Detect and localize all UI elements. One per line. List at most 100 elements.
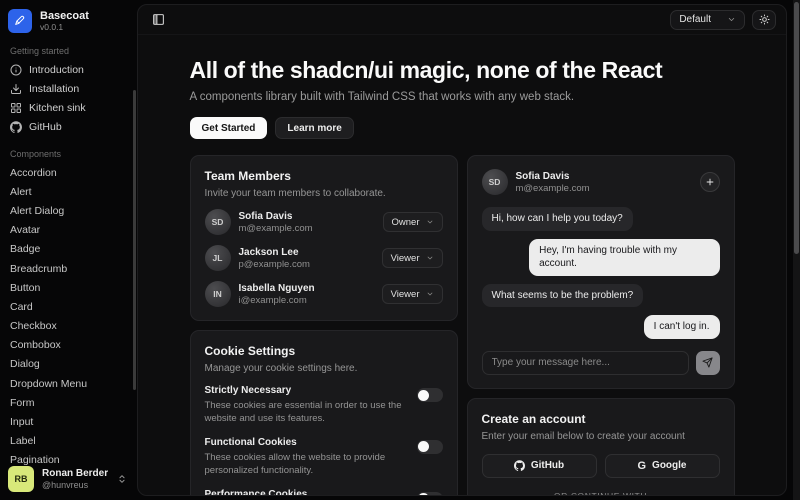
sidebar-item-label: Kitchen sink — [29, 102, 86, 114]
theme-select[interactable]: Default — [670, 10, 745, 30]
role-select[interactable]: Viewer — [382, 248, 443, 268]
team-members-card: Team Members Invite your team members to… — [190, 155, 458, 321]
chat-header: SD Sofia Davis m@example.com — [482, 169, 720, 195]
role-select[interactable]: Viewer — [382, 284, 443, 304]
cookie-setting-row: Functional Cookies These cookies allow t… — [205, 437, 443, 478]
theme-select-value: Default — [679, 14, 711, 25]
sidebar-item-kitchen-sink[interactable]: Kitchen sink — [8, 98, 129, 117]
right-column: SD Sofia Davis m@example.com Hi, how can… — [467, 155, 735, 496]
sidebar-item-introduction[interactable]: Introduction — [8, 60, 129, 79]
sidebar-item-dropdown-menu[interactable]: Dropdown Menu — [8, 374, 129, 393]
new-message-button[interactable] — [700, 172, 720, 192]
sidebar-item-combobox[interactable]: Combobox — [8, 336, 129, 355]
google-signup-button[interactable]: G Google — [605, 454, 720, 478]
chat-card: SD Sofia Davis m@example.com Hi, how can… — [467, 155, 735, 389]
chevron-down-icon — [426, 290, 434, 298]
setting-description: These cookies allow the website to provi… — [205, 451, 407, 478]
sun-icon — [759, 14, 770, 25]
sidebar-item-label: Installation — [29, 83, 79, 95]
chevron-down-icon — [727, 15, 736, 24]
sidebar-item-badge[interactable]: Badge — [8, 240, 129, 259]
page-scrollbar-track[interactable] — [793, 0, 800, 500]
message-list: Hi, how can I help you today? Hey, I'm h… — [482, 207, 720, 339]
sidebar-item-breadcrumb[interactable]: Breadcrumb — [8, 259, 129, 278]
info-icon — [10, 64, 22, 76]
sidebar-item-dialog[interactable]: Dialog — [8, 355, 129, 374]
sidebar-item-form[interactable]: Form — [8, 393, 129, 412]
message-input[interactable] — [482, 351, 689, 375]
member-email: m@example.com — [239, 223, 313, 234]
chat-user-email: m@example.com — [516, 183, 590, 194]
chat-message-sent: Hey, I'm having trouble with my account. — [529, 239, 719, 276]
card-title: Cookie Settings — [205, 344, 443, 358]
card-description: Invite your team members to collaborate. — [205, 188, 443, 199]
sidebar-item-checkbox[interactable]: Checkbox — [8, 317, 129, 336]
sidebar-item-installation[interactable]: Installation — [8, 79, 129, 98]
sidebar-item-alert-dialog[interactable]: Alert Dialog — [8, 201, 129, 220]
paintbrush-icon — [8, 9, 32, 33]
sidebar-item-github[interactable]: GitHub — [8, 117, 129, 136]
setting-title: Strictly Necessary — [205, 385, 407, 396]
role-value: Owner — [392, 217, 420, 228]
chat-message-received: Hi, how can I help you today? — [482, 207, 633, 231]
switch-knob — [418, 493, 429, 496]
cookie-setting-row: Performance Cookies These cookies help t… — [205, 489, 443, 496]
sidebar-item-card[interactable]: Card — [8, 297, 129, 316]
member-name: Jackson Lee — [239, 247, 310, 258]
sidebar-item-label: GitHub — [29, 121, 62, 133]
card-description: Manage your cookie settings here. — [205, 363, 443, 374]
sidebar-item-accordion[interactable]: Accordion — [8, 163, 129, 182]
sidebar-item-input[interactable]: Input — [8, 412, 129, 431]
sidebar-scrollbar[interactable] — [133, 90, 136, 390]
chevron-down-icon — [426, 254, 434, 262]
cookie-settings-card: Cookie Settings Manage your cookie setti… — [190, 330, 458, 496]
team-member-row: IN Isabella Nguyen i@example.com Viewer — [205, 281, 443, 307]
github-icon — [514, 460, 525, 471]
card-title: Team Members — [205, 169, 443, 183]
theme-toggle-button[interactable] — [752, 10, 776, 30]
learn-more-button[interactable]: Learn more — [275, 117, 353, 139]
sidebar-toggle-button[interactable] — [148, 10, 168, 30]
avatar: SD — [482, 169, 508, 195]
oauth-buttons: GitHub G Google — [482, 454, 720, 478]
member-email: i@example.com — [239, 295, 315, 306]
chevrons-up-down-icon — [117, 474, 127, 484]
send-icon — [702, 357, 713, 368]
github-signup-button[interactable]: GitHub — [482, 454, 597, 478]
github-icon — [10, 121, 22, 133]
sidebar-item-button[interactable]: Button — [8, 278, 129, 297]
brand[interactable]: Basecoat v0.0.1 — [8, 9, 129, 33]
setting-description: These cookies are essential in order to … — [205, 399, 407, 426]
switch-knob — [418, 441, 429, 452]
member-email: p@example.com — [239, 259, 310, 270]
grid-icon — [10, 102, 22, 114]
create-account-card: Create an account Enter your email below… — [467, 398, 735, 497]
sidebar-item-alert[interactable]: Alert — [8, 182, 129, 201]
card-description: Enter your email below to create your ac… — [482, 431, 720, 442]
card-title: Create an account — [482, 412, 720, 426]
section-label-components: Components — [10, 149, 129, 159]
sidebar: Basecoat v0.0.1 Getting started Introduc… — [0, 0, 137, 500]
button-label: GitHub — [531, 460, 564, 471]
page-scrollbar-thumb[interactable] — [794, 2, 799, 254]
strictly-necessary-toggle[interactable] — [417, 388, 443, 402]
or-continue-divider: OR CONTINUE WITH — [482, 491, 720, 497]
sidebar-item-label[interactable]: Label — [8, 432, 129, 451]
chat-message-received: What seems to be the problem? — [482, 284, 644, 308]
page-subtitle: A components library built with Tailwind… — [190, 91, 735, 103]
cookie-setting-row: Strictly Necessary These cookies are ess… — [205, 385, 443, 426]
page-title: All of the shadcn/ui magic, none of the … — [190, 57, 735, 84]
sidebar-item-avatar[interactable]: Avatar — [8, 221, 129, 240]
avatar: JL — [205, 245, 231, 271]
avatar: SD — [205, 209, 231, 235]
get-started-button[interactable]: Get Started — [190, 117, 268, 139]
member-name: Sofia Davis — [239, 211, 313, 222]
performance-cookies-toggle[interactable] — [417, 492, 443, 496]
send-button[interactable] — [696, 351, 720, 375]
member-name: Isabella Nguyen — [239, 283, 315, 294]
user-menu[interactable]: RB Ronan Berder @hunvreus — [0, 458, 135, 500]
functional-cookies-toggle[interactable] — [417, 440, 443, 454]
role-select[interactable]: Owner — [383, 212, 443, 232]
section-label-getting-started: Getting started — [10, 46, 129, 56]
page-content: All of the shadcn/ui magic, none of the … — [190, 35, 735, 496]
